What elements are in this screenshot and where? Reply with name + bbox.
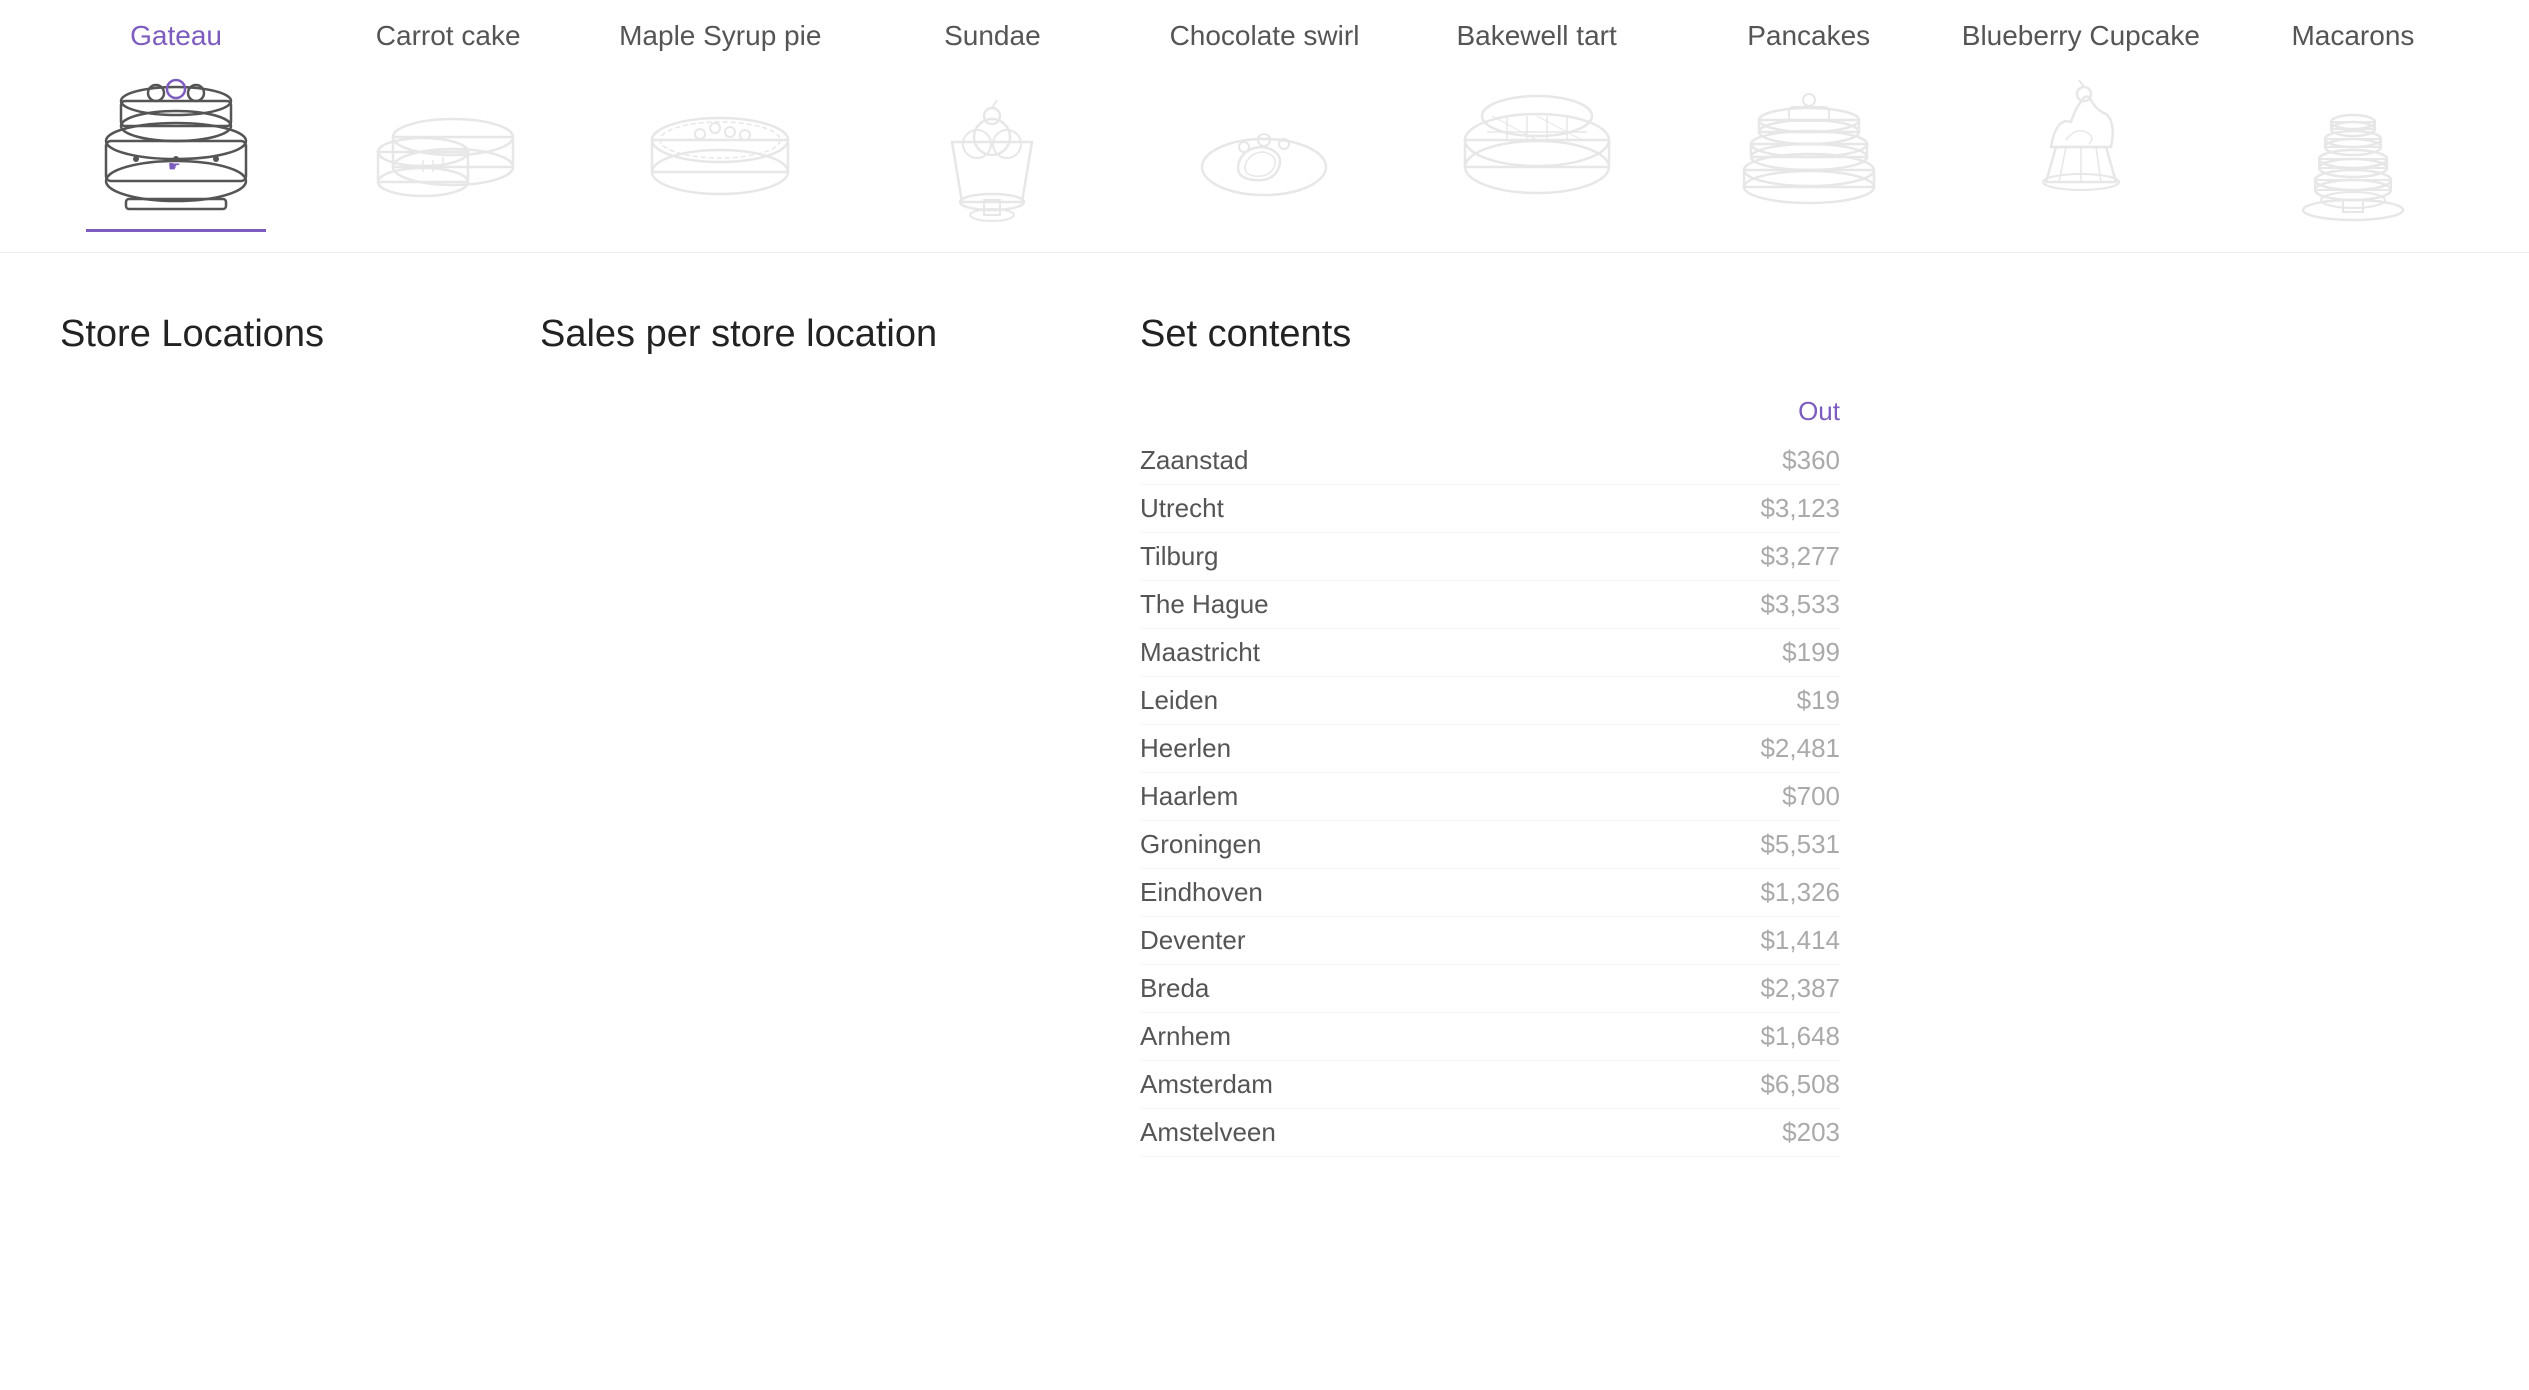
set-contents-location: Maastricht [1140,637,1260,668]
dessert-label-chocolate-swirl: Chocolate swirl [1170,20,1360,52]
set-contents-value: $199 [1782,637,1840,668]
set-contents-value: $700 [1782,781,1840,812]
dessert-item-blueberry-cupcake[interactable]: Blueberry Cupcake [1945,0,2217,252]
set-contents-value: $2,481 [1760,733,1840,764]
set-contents-value: $3,123 [1760,493,1840,524]
set-contents-location: Heerlen [1140,733,1231,764]
set-contents-location: Amsterdam [1140,1069,1273,1100]
set-contents-table: Out Zaanstad $360 Utrecht $3,123 Tilburg… [1140,396,1840,1157]
pancakes-icon [1729,72,1889,222]
set-contents-row: Haarlem $700 [1140,773,1840,821]
dessert-image-maple-syrup-pie [630,72,810,232]
set-contents-value: $19 [1797,685,1840,716]
dessert-item-sundae[interactable]: Sundae [856,0,1128,252]
dessert-label-blueberry-cupcake: Blueberry Cupcake [1962,20,2200,52]
set-contents-value: $6,508 [1760,1069,1840,1100]
svg-text:☛: ☛ [168,158,181,174]
dessert-image-macarons [2263,72,2443,232]
sundae-icon [912,72,1072,222]
dessert-label-bakewell-tart: Bakewell tart [1456,20,1616,52]
set-contents-row: Arnhem $1,648 [1140,1013,1840,1061]
carrot-cake-icon [368,72,528,222]
set-contents-location: Breda [1140,973,1209,1004]
set-contents-row: Tilburg $3,277 [1140,533,1840,581]
set-contents-value: $1,648 [1760,1021,1840,1052]
dessert-item-carrot-cake[interactable]: Carrot cake [312,0,584,252]
dessert-label-carrot-cake: Carrot cake [376,20,521,52]
set-contents-row: Utrecht $3,123 [1140,485,1840,533]
set-contents-location: The Hague [1140,589,1269,620]
set-contents-row: Breda $2,387 [1140,965,1840,1013]
dessert-item-maple-syrup-pie[interactable]: Maple Syrup pie [584,0,856,252]
dessert-image-bakewell-tart [1447,72,1627,232]
blueberry-cupcake-icon [2001,72,2161,222]
set-contents-rows: Zaanstad $360 Utrecht $3,123 Tilburg $3,… [1140,437,1840,1157]
main-content: Store Locations Sales per store location… [0,253,2529,1197]
set-contents-location: Tilburg [1140,541,1219,572]
set-contents-value: $1,414 [1760,925,1840,956]
set-contents-row: Deventer $1,414 [1140,917,1840,965]
dessert-item-chocolate-swirl[interactable]: Chocolate swirl [1128,0,1400,252]
set-contents-location: Haarlem [1140,781,1238,812]
dessert-label-maple-syrup-pie: Maple Syrup pie [619,20,821,52]
set-contents-location: Zaanstad [1140,445,1248,476]
dessert-label-sundae: Sundae [944,20,1041,52]
dessert-label-macarons: Macarons [2291,20,2414,52]
set-contents-row: Maastricht $199 [1140,629,1840,677]
set-contents-location: Deventer [1140,925,1246,956]
set-contents-location: Eindhoven [1140,877,1263,908]
dessert-nav: Gateau ☛ [0,0,2529,253]
set-contents-value: $2,387 [1760,973,1840,1004]
set-contents-location: Utrecht [1140,493,1224,524]
dessert-item-bakewell-tart[interactable]: Bakewell tart [1401,0,1673,252]
sales-title: Sales per store location [540,313,1140,356]
store-locations-title: Store Locations [60,313,540,356]
bakewell-tart-icon [1457,72,1617,222]
set-contents-value: $360 [1782,445,1840,476]
dessert-image-carrot-cake [358,72,538,232]
set-contents-location: Arnhem [1140,1021,1231,1052]
dessert-image-chocolate-swirl [1174,72,1354,232]
section-set-contents: Set contents Out Zaanstad $360 Utrecht $… [1140,313,2469,1157]
set-contents-title: Set contents [1140,313,2469,356]
set-contents-location: Groningen [1140,829,1261,860]
set-contents-row: Heerlen $2,481 [1140,725,1840,773]
dessert-image-blueberry-cupcake [1991,72,2171,232]
dessert-label-pancakes: Pancakes [1747,20,1870,52]
dessert-image-pancakes [1719,72,1899,232]
set-contents-row: The Hague $3,533 [1140,581,1840,629]
dessert-item-pancakes[interactable]: Pancakes [1673,0,1945,252]
set-contents-row: Amsterdam $6,508 [1140,1061,1840,1109]
set-contents-value: $5,531 [1760,829,1840,860]
set-contents-row: Leiden $19 [1140,677,1840,725]
chocolate-swirl-icon [1184,72,1344,222]
set-contents-row: Eindhoven $1,326 [1140,869,1840,917]
set-contents-value: $1,326 [1760,877,1840,908]
set-contents-row: Groningen $5,531 [1140,821,1840,869]
dessert-label-gateau: Gateau [130,20,222,52]
dessert-image-sundae [902,72,1082,232]
set-contents-row: Zaanstad $360 [1140,437,1840,485]
set-contents-value: $3,277 [1760,541,1840,572]
set-contents-value: $3,533 [1760,589,1840,620]
col-header-out: Out [1798,396,1840,427]
section-store-locations: Store Locations [60,313,540,1157]
set-contents-location: Leiden [1140,685,1218,716]
set-contents-header: Out [1140,396,1840,427]
section-sales: Sales per store location [540,313,1140,1157]
macarons-icon [2273,72,2433,222]
dessert-item-gateau[interactable]: Gateau ☛ [40,0,312,252]
maple-syrup-pie-icon [640,72,800,222]
gateau-icon: ☛ [96,71,256,221]
dessert-item-macarons[interactable]: Macarons [2217,0,2489,252]
set-contents-location: Amstelveen [1140,1117,1276,1148]
set-contents-row: Amstelveen $203 [1140,1109,1840,1157]
set-contents-value: $203 [1782,1117,1840,1148]
dessert-image-gateau: ☛ [86,72,266,232]
